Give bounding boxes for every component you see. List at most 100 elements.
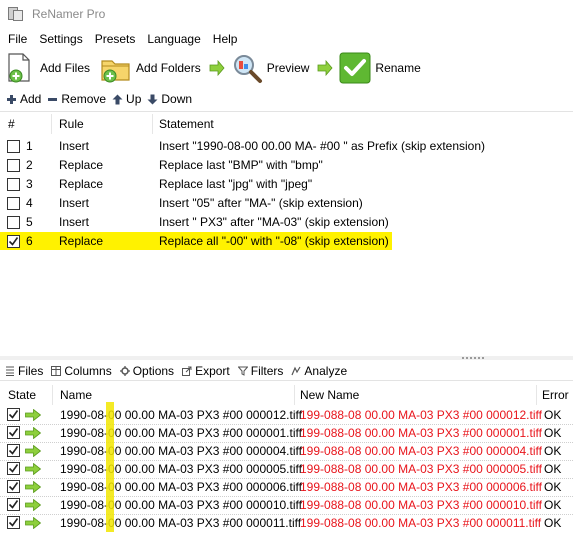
move-up-button[interactable]: Up [112,92,141,106]
add-rule-label: Add [20,92,42,106]
export-icon [182,366,192,376]
column-header-name[interactable]: Name [60,388,92,402]
files-label: Files [18,363,44,378]
menu-file[interactable]: File [2,32,33,46]
rule-checkbox[interactable] [7,216,20,229]
menu-presets[interactable]: Presets [89,32,142,46]
checkmark-icon [8,237,19,246]
add-rule-button[interactable]: Add [6,92,41,106]
filters-menu-button[interactable]: Filters [237,363,284,378]
add-folders-icon [101,60,130,83]
file-row[interactable]: 1990-08-00 00.00 MA-03 PX3 #00 000011.ti… [0,514,573,532]
rule-row[interactable]: 5 Insert Insert " PX3" after "MA-03" (sk… [0,213,573,232]
checkmark-icon [8,464,19,473]
column-header-new-name[interactable]: New Name [300,388,359,402]
menu-help[interactable]: Help [207,32,244,46]
file-checkbox[interactable] [7,426,20,439]
state-arrow-icon [25,463,41,475]
rename-label: Rename [375,61,421,75]
file-error: OK [544,444,562,458]
panel-splitter[interactable] [0,356,573,360]
file-checkbox[interactable] [7,408,20,421]
rule-checkbox[interactable] [7,159,20,172]
file-row[interactable]: 1990-08-00 00.00 MA-03 PX3 #00 000005.ti… [0,460,573,478]
rule-statement: Replace last "BMP" with "bmp" [159,158,323,172]
rule-num: 1 [26,139,33,153]
file-name: 1990-08-00 00.00 MA-03 PX3 #00 000010.ti… [60,498,302,512]
analyze-menu-button[interactable]: Analyze [291,364,347,378]
rule-row-selected[interactable]: 6 Replace Replace all "-00" with "-08" (… [0,232,573,251]
window-title: ReNamer Pro [32,7,106,21]
column-header-statement[interactable]: Statement [159,117,214,131]
file-row[interactable]: 1990-08-00 00.00 MA-03 PX3 #00 000010.ti… [0,496,573,514]
rule-statement: Insert "05" after "MA-" (skip extension) [159,196,363,210]
move-down-label: Down [161,92,193,106]
checkmark-icon [8,518,19,527]
remove-rule-button[interactable]: Remove [47,92,106,106]
column-header-error[interactable]: Error [542,388,569,402]
rule-checkbox[interactable] [7,197,20,210]
state-arrow-icon [25,481,41,493]
rename-button[interactable]: Rename [339,51,424,85]
column-header-rule[interactable]: Rule [59,117,84,131]
file-checkbox[interactable] [7,462,20,475]
preview-label: Preview [266,61,310,75]
rules-toolbar: Add Remove Up Down [0,89,573,109]
file-new-name: 199-088-08 00.00 MA-03 PX3 #00 000004.ti… [300,444,542,458]
state-arrow-icon [25,517,41,529]
file-row[interactable]: 1990-08-00 00.00 MA-03 PX3 #00 000012.ti… [0,406,573,424]
analyze-icon [291,366,301,375]
file-row[interactable]: 1990-08-00 00.00 MA-03 PX3 #00 000004.ti… [0,442,573,460]
filters-label: Filters [250,363,284,378]
file-name: 1990-08-00 00.00 MA-03 PX3 #00 000011.ti… [60,516,302,530]
file-checkbox[interactable] [7,444,20,457]
file-checkbox[interactable] [7,516,20,529]
preview-icon [233,55,262,83]
file-name: 1990-08-00 00.00 MA-03 PX3 #00 000001.ti… [60,426,302,440]
add-files-button[interactable]: Add Files [6,51,94,85]
state-arrow-icon [25,499,41,511]
columns-menu-button[interactable]: Columns [51,363,112,378]
plus-icon [6,94,17,105]
rule-num: 2 [26,158,33,172]
columns-icon [51,365,62,376]
column-header-num[interactable]: # [8,117,15,131]
rule-row[interactable]: 4 Insert Insert "05" after "MA-" (skip e… [0,194,573,213]
rule-type: Insert [59,215,90,229]
files-icon [6,366,14,376]
rule-row[interactable]: 1 Insert Insert "1990-08-00 00.00 MA- #0… [0,137,573,156]
export-menu-button[interactable]: Export [182,364,230,378]
add-folders-button[interactable]: Add Folders [100,51,205,85]
highlight-mark [106,402,114,532]
file-name: 1990-08-00 00.00 MA-03 PX3 #00 000012.ti… [60,408,302,422]
menu-language[interactable]: Language [141,32,206,46]
move-up-label: Up [126,92,142,106]
rule-num: 4 [26,196,33,210]
preview-button[interactable]: Preview [231,51,314,85]
rule-checkbox[interactable] [7,140,20,153]
menu-settings[interactable]: Settings [33,32,88,46]
file-new-name: 199-088-08 00.00 MA-03 PX3 #00 000011.ti… [300,516,542,530]
rule-row[interactable]: 3 Replace Replace last "jpg" with "jpeg" [0,175,573,194]
rename-icon [339,52,371,84]
rule-checkbox[interactable] [7,178,20,191]
file-checkbox[interactable] [7,498,20,511]
options-menu-button[interactable]: Options [119,364,174,378]
menu-bar: File Settings Presets Language Help [0,29,573,49]
rule-row[interactable]: 2 Replace Replace last "BMP" with "bmp" [0,156,573,175]
file-row[interactable]: 1990-08-00 00.00 MA-03 PX3 #00 000006.ti… [0,478,573,496]
export-label: Export [195,363,230,378]
rule-type: Insert [59,196,90,210]
move-down-button[interactable]: Down [147,92,192,106]
column-header-state[interactable]: State [8,388,36,402]
app-icon [8,6,24,22]
filter-icon [237,366,248,376]
file-row[interactable]: 1990-08-00 00.00 MA-03 PX3 #00 000001.ti… [0,424,573,442]
remove-rule-label: Remove [61,92,107,106]
arrow-up-icon [112,94,123,105]
files-menu-button[interactable]: Files [5,364,43,378]
rule-type: Insert [59,139,90,153]
rule-checkbox[interactable] [7,235,20,248]
file-checkbox[interactable] [7,480,20,493]
columns-label: Columns [64,363,112,378]
